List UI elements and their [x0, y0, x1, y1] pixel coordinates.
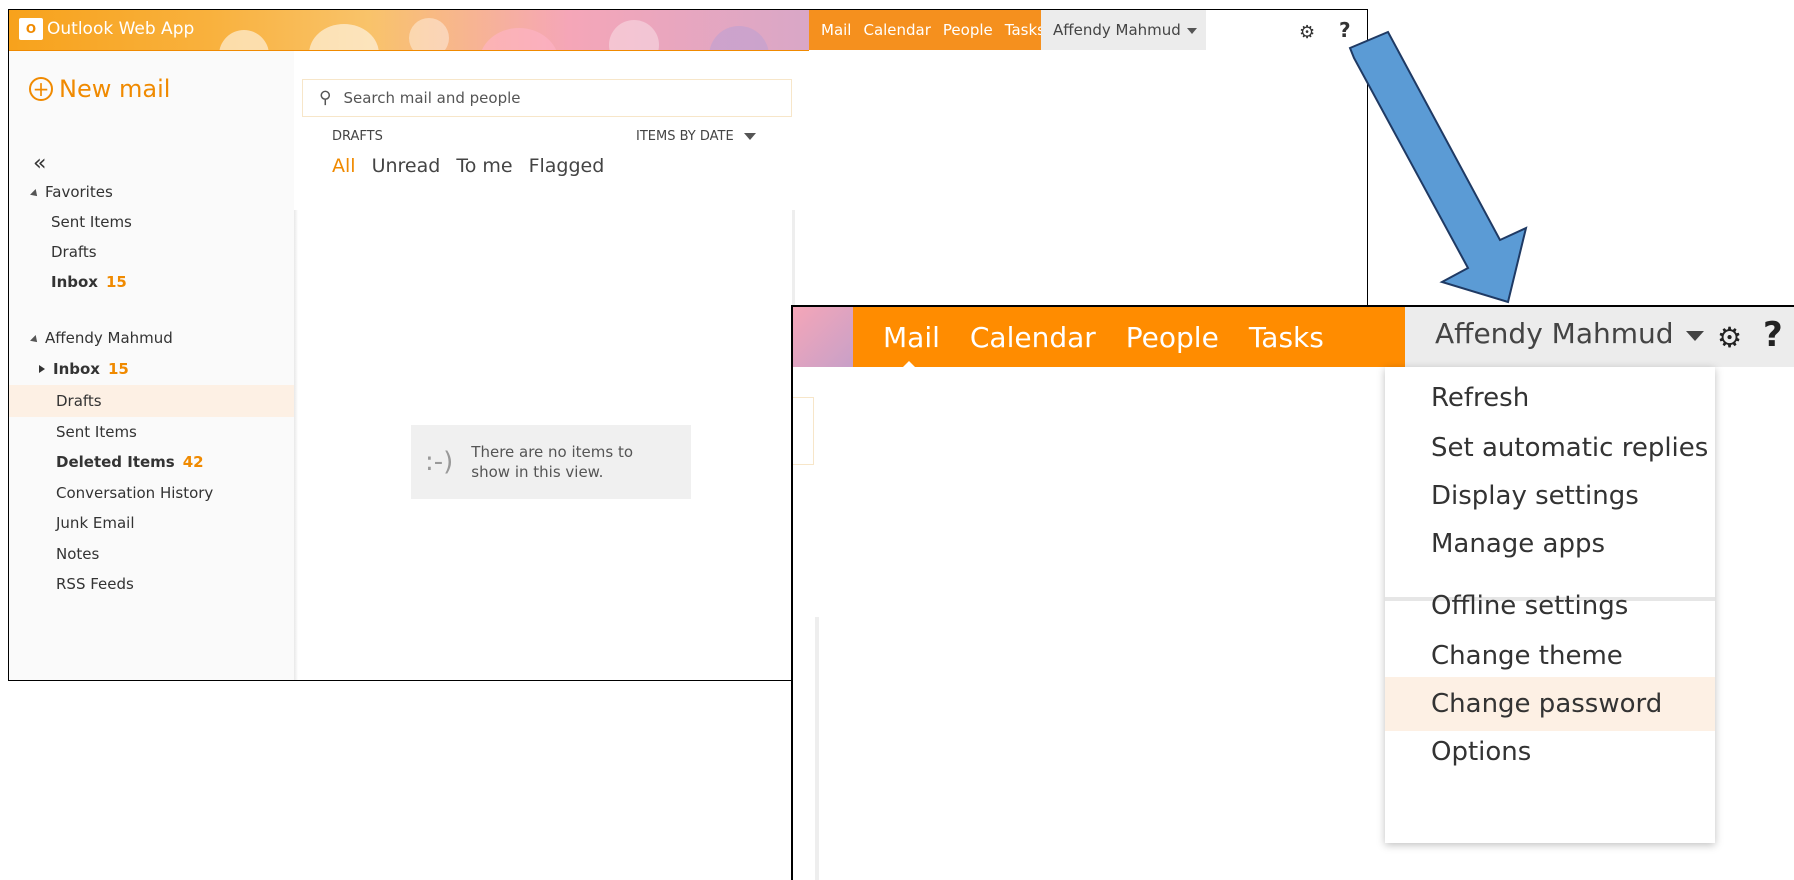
unread-count: 15	[105, 273, 127, 291]
filter-tabs: All Unread To me Flagged	[332, 155, 620, 177]
new-mail-button[interactable]: + New mail	[29, 75, 170, 103]
chevron-down-icon	[743, 133, 756, 140]
zoomed-settings-view: Mail Calendar People Tasks Affendy Mahmu…	[791, 305, 1794, 880]
settings-menu: Refresh Set automatic replies Display se…	[1385, 367, 1715, 843]
app-title: Outlook Web App	[47, 19, 195, 39]
folder-deleted-items[interactable]: Deleted Items 42	[9, 446, 294, 478]
favorite-inbox[interactable]: Inbox 15	[9, 266, 294, 298]
empty-state: :-) There are no items to show in this v…	[411, 425, 691, 499]
favorite-drafts[interactable]: Drafts	[9, 236, 294, 268]
nav-tasks[interactable]: Tasks	[1005, 21, 1045, 39]
search-input[interactable]: ⚲ Search mail and people	[302, 79, 792, 117]
nav-mail[interactable]: Mail	[821, 21, 851, 39]
help-icon[interactable]: ?	[1763, 315, 1783, 355]
nav-people[interactable]: People	[943, 21, 993, 39]
filter-flagged[interactable]: Flagged	[529, 155, 605, 177]
folder-conversation-history[interactable]: Conversation History	[9, 477, 294, 509]
gear-icon[interactable]: ⚙	[1299, 22, 1315, 43]
menu-item-change-theme[interactable]: Change theme	[1385, 629, 1715, 683]
nav-calendar[interactable]: Calendar	[863, 21, 930, 39]
menu-item-options[interactable]: Options	[1385, 725, 1715, 779]
chevron-down-icon	[1685, 330, 1704, 341]
theme-banner	[793, 307, 853, 367]
filter-to-me[interactable]: To me	[456, 155, 512, 177]
chevron-down-icon	[1186, 28, 1197, 34]
message-list-pane: ⚲ Search mail and people DRAFTS ITEMS BY…	[294, 51, 794, 680]
unread-count: 42	[182, 453, 204, 471]
callout-arrow-icon	[1348, 30, 1528, 304]
account-header[interactable]: Affendy Mahmud	[30, 329, 173, 347]
nav-mail[interactable]: Mail	[883, 321, 940, 354]
menu-item-offline-settings[interactable]: Offline settings	[1385, 579, 1715, 633]
theme-banner: O Outlook Web App	[9, 10, 809, 51]
user-name: Affendy Mahmud	[1053, 21, 1181, 39]
sort-dropdown[interactable]: ITEMS BY DATE	[636, 129, 756, 144]
filter-all[interactable]: All	[332, 155, 356, 177]
filter-unread[interactable]: Unread	[372, 155, 441, 177]
search-box-fragment	[793, 397, 814, 465]
expand-arrow-icon[interactable]	[39, 365, 45, 373]
app-logo[interactable]: O Outlook Web App	[19, 18, 194, 40]
folder-notes[interactable]: Notes	[9, 538, 294, 570]
folder-sent-items[interactable]: Sent Items	[9, 416, 294, 448]
folder-rss-feeds[interactable]: RSS Feeds	[9, 568, 294, 600]
top-nav: Mail Calendar People Tasks	[809, 10, 1045, 50]
nav-people[interactable]: People	[1126, 321, 1219, 354]
expand-triangle-icon	[30, 335, 40, 345]
folder-inbox[interactable]: Inbox 15	[9, 353, 294, 385]
folder-drafts[interactable]: Drafts	[9, 385, 294, 417]
unread-count: 15	[107, 360, 129, 378]
top-nav-zoomed: Mail Calendar People Tasks	[853, 307, 1405, 367]
folder-junk-email[interactable]: Junk Email	[9, 507, 294, 539]
gear-icon[interactable]: ⚙	[1717, 321, 1742, 354]
user-menu-button[interactable]: Affendy Mahmud	[1041, 10, 1206, 50]
favorite-sent-items[interactable]: Sent Items	[9, 206, 294, 238]
menu-item-refresh[interactable]: Refresh	[1385, 371, 1715, 425]
nav-calendar[interactable]: Calendar	[970, 321, 1096, 354]
outlook-logo-icon: O	[19, 18, 43, 40]
menu-item-change-password[interactable]: Change password	[1385, 677, 1715, 731]
search-placeholder: Search mail and people	[343, 89, 521, 107]
menu-item-display-settings[interactable]: Display settings	[1385, 469, 1715, 523]
favorites-header[interactable]: Favorites	[30, 183, 113, 201]
nav-tasks[interactable]: Tasks	[1249, 321, 1324, 354]
pane-divider	[815, 617, 819, 880]
search-icon: ⚲	[319, 88, 332, 108]
collapse-pane-icon[interactable]: «	[33, 151, 46, 176]
menu-item-automatic-replies[interactable]: Set automatic replies	[1385, 421, 1715, 475]
smiley-icon: :-)	[425, 447, 454, 477]
new-mail-label: New mail	[59, 75, 171, 103]
expand-triangle-icon	[30, 189, 40, 199]
empty-message: There are no items to show in this view.	[471, 443, 634, 481]
active-tab-pointer	[901, 361, 917, 369]
menu-item-manage-apps[interactable]: Manage apps	[1385, 517, 1715, 571]
folder-pane: + New mail « Favorites Sent Items Drafts…	[9, 51, 294, 680]
pane-divider	[294, 210, 298, 680]
plus-circle-icon: +	[29, 77, 53, 101]
current-folder-label: DRAFTS	[332, 129, 383, 144]
